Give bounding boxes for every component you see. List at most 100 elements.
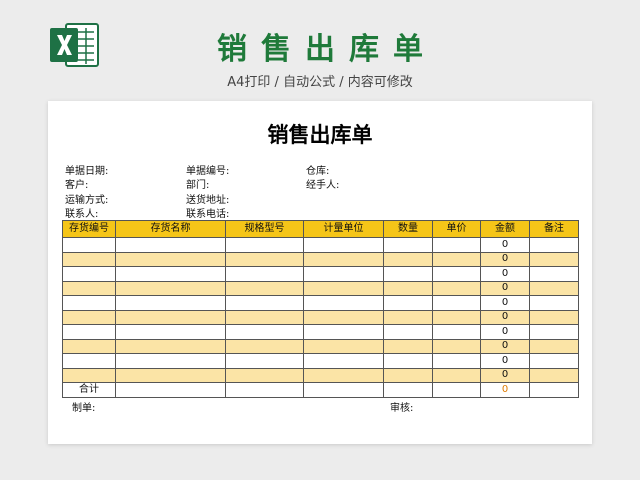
table-cell[interactable] bbox=[383, 251, 433, 267]
table-cell[interactable] bbox=[115, 382, 226, 398]
table-cell[interactable] bbox=[115, 280, 226, 296]
table-cell[interactable] bbox=[383, 295, 433, 311]
table-cell[interactable] bbox=[383, 338, 433, 354]
table-cell[interactable] bbox=[115, 353, 226, 369]
table-cell[interactable] bbox=[225, 367, 304, 383]
table-cell[interactable] bbox=[225, 324, 304, 340]
table-cell[interactable] bbox=[303, 338, 384, 354]
table-cell[interactable] bbox=[432, 237, 481, 253]
table-cell[interactable] bbox=[62, 324, 116, 340]
table-cell[interactable] bbox=[115, 324, 226, 340]
table-header-row: 存货编号 存货名称 规格型号 计量单位 数量 单价 金额 备注 bbox=[62, 220, 579, 238]
table-cell[interactable] bbox=[62, 251, 116, 267]
table-cell[interactable] bbox=[529, 295, 579, 311]
table-cell[interactable] bbox=[432, 295, 481, 311]
table-cell[interactable] bbox=[62, 353, 116, 369]
table-cell[interactable] bbox=[529, 251, 579, 267]
amount-cell[interactable]: 0 bbox=[480, 324, 530, 340]
table-cell[interactable] bbox=[303, 251, 384, 267]
table-cell[interactable] bbox=[303, 353, 384, 369]
table-row: 0 bbox=[62, 237, 579, 253]
handler-label: 经手人: bbox=[306, 180, 340, 191]
table-cell[interactable] bbox=[225, 237, 304, 253]
table-cell[interactable] bbox=[62, 367, 116, 383]
amount-cell[interactable]: 0 bbox=[480, 338, 530, 354]
table-cell[interactable] bbox=[303, 280, 384, 296]
table-cell[interactable] bbox=[62, 338, 116, 354]
table-cell[interactable] bbox=[115, 295, 226, 311]
table-cell[interactable] bbox=[303, 367, 384, 383]
table-cell[interactable] bbox=[432, 324, 481, 340]
table-cell[interactable] bbox=[529, 237, 579, 253]
table-cell[interactable] bbox=[115, 338, 226, 354]
table-cell[interactable] bbox=[225, 295, 304, 311]
table-cell[interactable] bbox=[432, 266, 481, 282]
table-cell[interactable] bbox=[303, 237, 384, 253]
amount-cell[interactable]: 0 bbox=[480, 367, 530, 383]
table-cell[interactable] bbox=[62, 237, 116, 253]
amount-cell[interactable]: 0 bbox=[480, 280, 530, 296]
table-cell[interactable] bbox=[529, 382, 579, 398]
table-cell[interactable] bbox=[383, 266, 433, 282]
table-cell[interactable] bbox=[62, 309, 116, 325]
table-cell[interactable] bbox=[432, 251, 481, 267]
table-row: 0 bbox=[62, 251, 579, 267]
contact-label: 联系人: bbox=[65, 209, 99, 220]
table-cell[interactable] bbox=[383, 353, 433, 369]
table-cell[interactable] bbox=[225, 309, 304, 325]
table-cell[interactable] bbox=[115, 309, 226, 325]
table-cell[interactable] bbox=[115, 266, 226, 282]
table-cell[interactable] bbox=[303, 295, 384, 311]
amount-cell[interactable]: 0 bbox=[480, 251, 530, 267]
table-cell[interactable] bbox=[432, 367, 481, 383]
table-cell[interactable] bbox=[62, 280, 116, 296]
table-cell[interactable] bbox=[529, 266, 579, 282]
table-cell[interactable] bbox=[115, 237, 226, 253]
table-cell[interactable] bbox=[225, 382, 304, 398]
amount-cell[interactable]: 0 bbox=[480, 295, 530, 311]
table-cell[interactable] bbox=[383, 237, 433, 253]
amount-cell[interactable]: 0 bbox=[480, 353, 530, 369]
table-cell[interactable] bbox=[383, 280, 433, 296]
table-cell[interactable] bbox=[432, 309, 481, 325]
table-cell[interactable] bbox=[529, 367, 579, 383]
table-cell[interactable] bbox=[529, 280, 579, 296]
table-cell[interactable] bbox=[225, 266, 304, 282]
table-cell[interactable] bbox=[225, 280, 304, 296]
table-cell[interactable] bbox=[432, 338, 481, 354]
amount-cell[interactable]: 0 bbox=[480, 237, 530, 253]
table-row: 0 bbox=[62, 280, 579, 296]
table-cell[interactable] bbox=[225, 353, 304, 369]
table-cell[interactable] bbox=[432, 280, 481, 296]
table-cell[interactable] bbox=[432, 382, 481, 398]
promo-title: 销售出库单 bbox=[217, 32, 437, 67]
table-cell[interactable] bbox=[62, 266, 116, 282]
table-row: 0 bbox=[62, 295, 579, 311]
table-cell[interactable] bbox=[303, 382, 384, 398]
table-cell[interactable] bbox=[529, 353, 579, 369]
table-cell[interactable] bbox=[303, 309, 384, 325]
table-cell[interactable] bbox=[529, 324, 579, 340]
table-cell[interactable] bbox=[225, 251, 304, 267]
table-cell[interactable] bbox=[383, 367, 433, 383]
table-cell[interactable] bbox=[303, 324, 384, 340]
table-cell[interactable] bbox=[529, 338, 579, 354]
table-cell[interactable] bbox=[383, 324, 433, 340]
table-cell[interactable] bbox=[225, 338, 304, 354]
table-cell[interactable] bbox=[115, 251, 226, 267]
total-amount: 0 bbox=[480, 382, 530, 398]
amount-cell[interactable]: 0 bbox=[480, 266, 530, 282]
column-header: 单价 bbox=[432, 220, 481, 238]
table-cell[interactable] bbox=[529, 309, 579, 325]
table-row: 0 bbox=[62, 338, 579, 354]
column-header: 计量单位 bbox=[303, 220, 384, 238]
table-cell[interactable] bbox=[303, 266, 384, 282]
amount-cell[interactable]: 0 bbox=[480, 309, 530, 325]
promo-header: 销售出库单 A4打印 / 自动公式 / 内容可修改 bbox=[0, 0, 640, 100]
table-cell[interactable] bbox=[62, 295, 116, 311]
table-cell[interactable] bbox=[383, 382, 433, 398]
table-cell[interactable] bbox=[383, 309, 433, 325]
table-cell[interactable] bbox=[115, 367, 226, 383]
shipping-method-label: 运输方式: bbox=[65, 195, 109, 206]
table-cell[interactable] bbox=[432, 353, 481, 369]
